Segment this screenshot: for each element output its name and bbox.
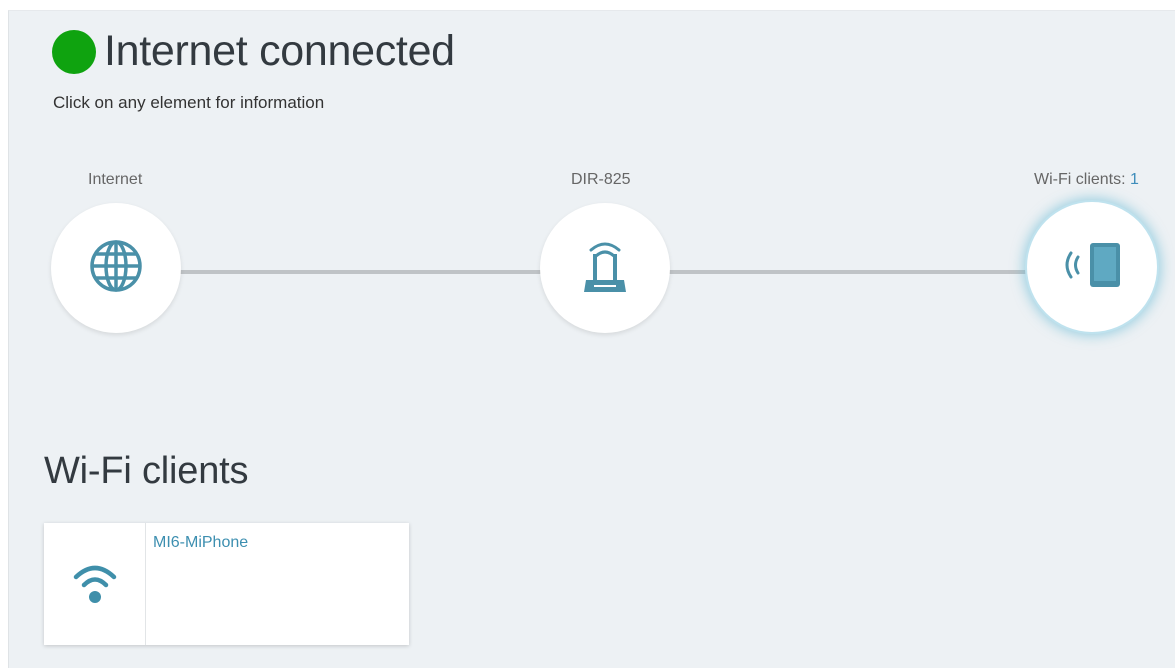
wifi-clients-node[interactable]	[1027, 202, 1157, 332]
client-icon-box	[44, 523, 146, 645]
internet-node[interactable]	[51, 203, 181, 333]
wireless-tablet-icon	[1057, 239, 1127, 296]
wifi-client-card[interactable]: MI6-MiPhone	[44, 523, 409, 645]
wifi-clients-section-title: Wi-Fi clients	[44, 450, 249, 492]
wifi-clients-label-text: Wi-Fi clients:	[1034, 171, 1130, 188]
status-indicator-dot	[52, 29, 96, 74]
router-clients-link	[665, 270, 1035, 274]
internet-label: Internet	[88, 171, 143, 188]
internet-router-link	[179, 270, 549, 274]
page-title: Internet connected	[104, 27, 455, 75]
router-label: DIR-825	[571, 171, 631, 188]
main-panel: Internet connected Click on any element …	[8, 10, 1175, 668]
wifi-clients-label: Wi-Fi clients: 1	[1034, 171, 1139, 189]
router-icon	[580, 236, 630, 301]
connection-status: Internet connected	[52, 27, 455, 76]
router-node[interactable]	[540, 203, 670, 333]
globe-icon	[89, 239, 143, 298]
wifi-clients-count: 1	[1130, 171, 1139, 188]
instruction-text: Click on any element for information	[53, 93, 325, 112]
client-name-link[interactable]: MI6-MiPhone	[146, 523, 248, 645]
wifi-signal-icon	[71, 557, 119, 612]
